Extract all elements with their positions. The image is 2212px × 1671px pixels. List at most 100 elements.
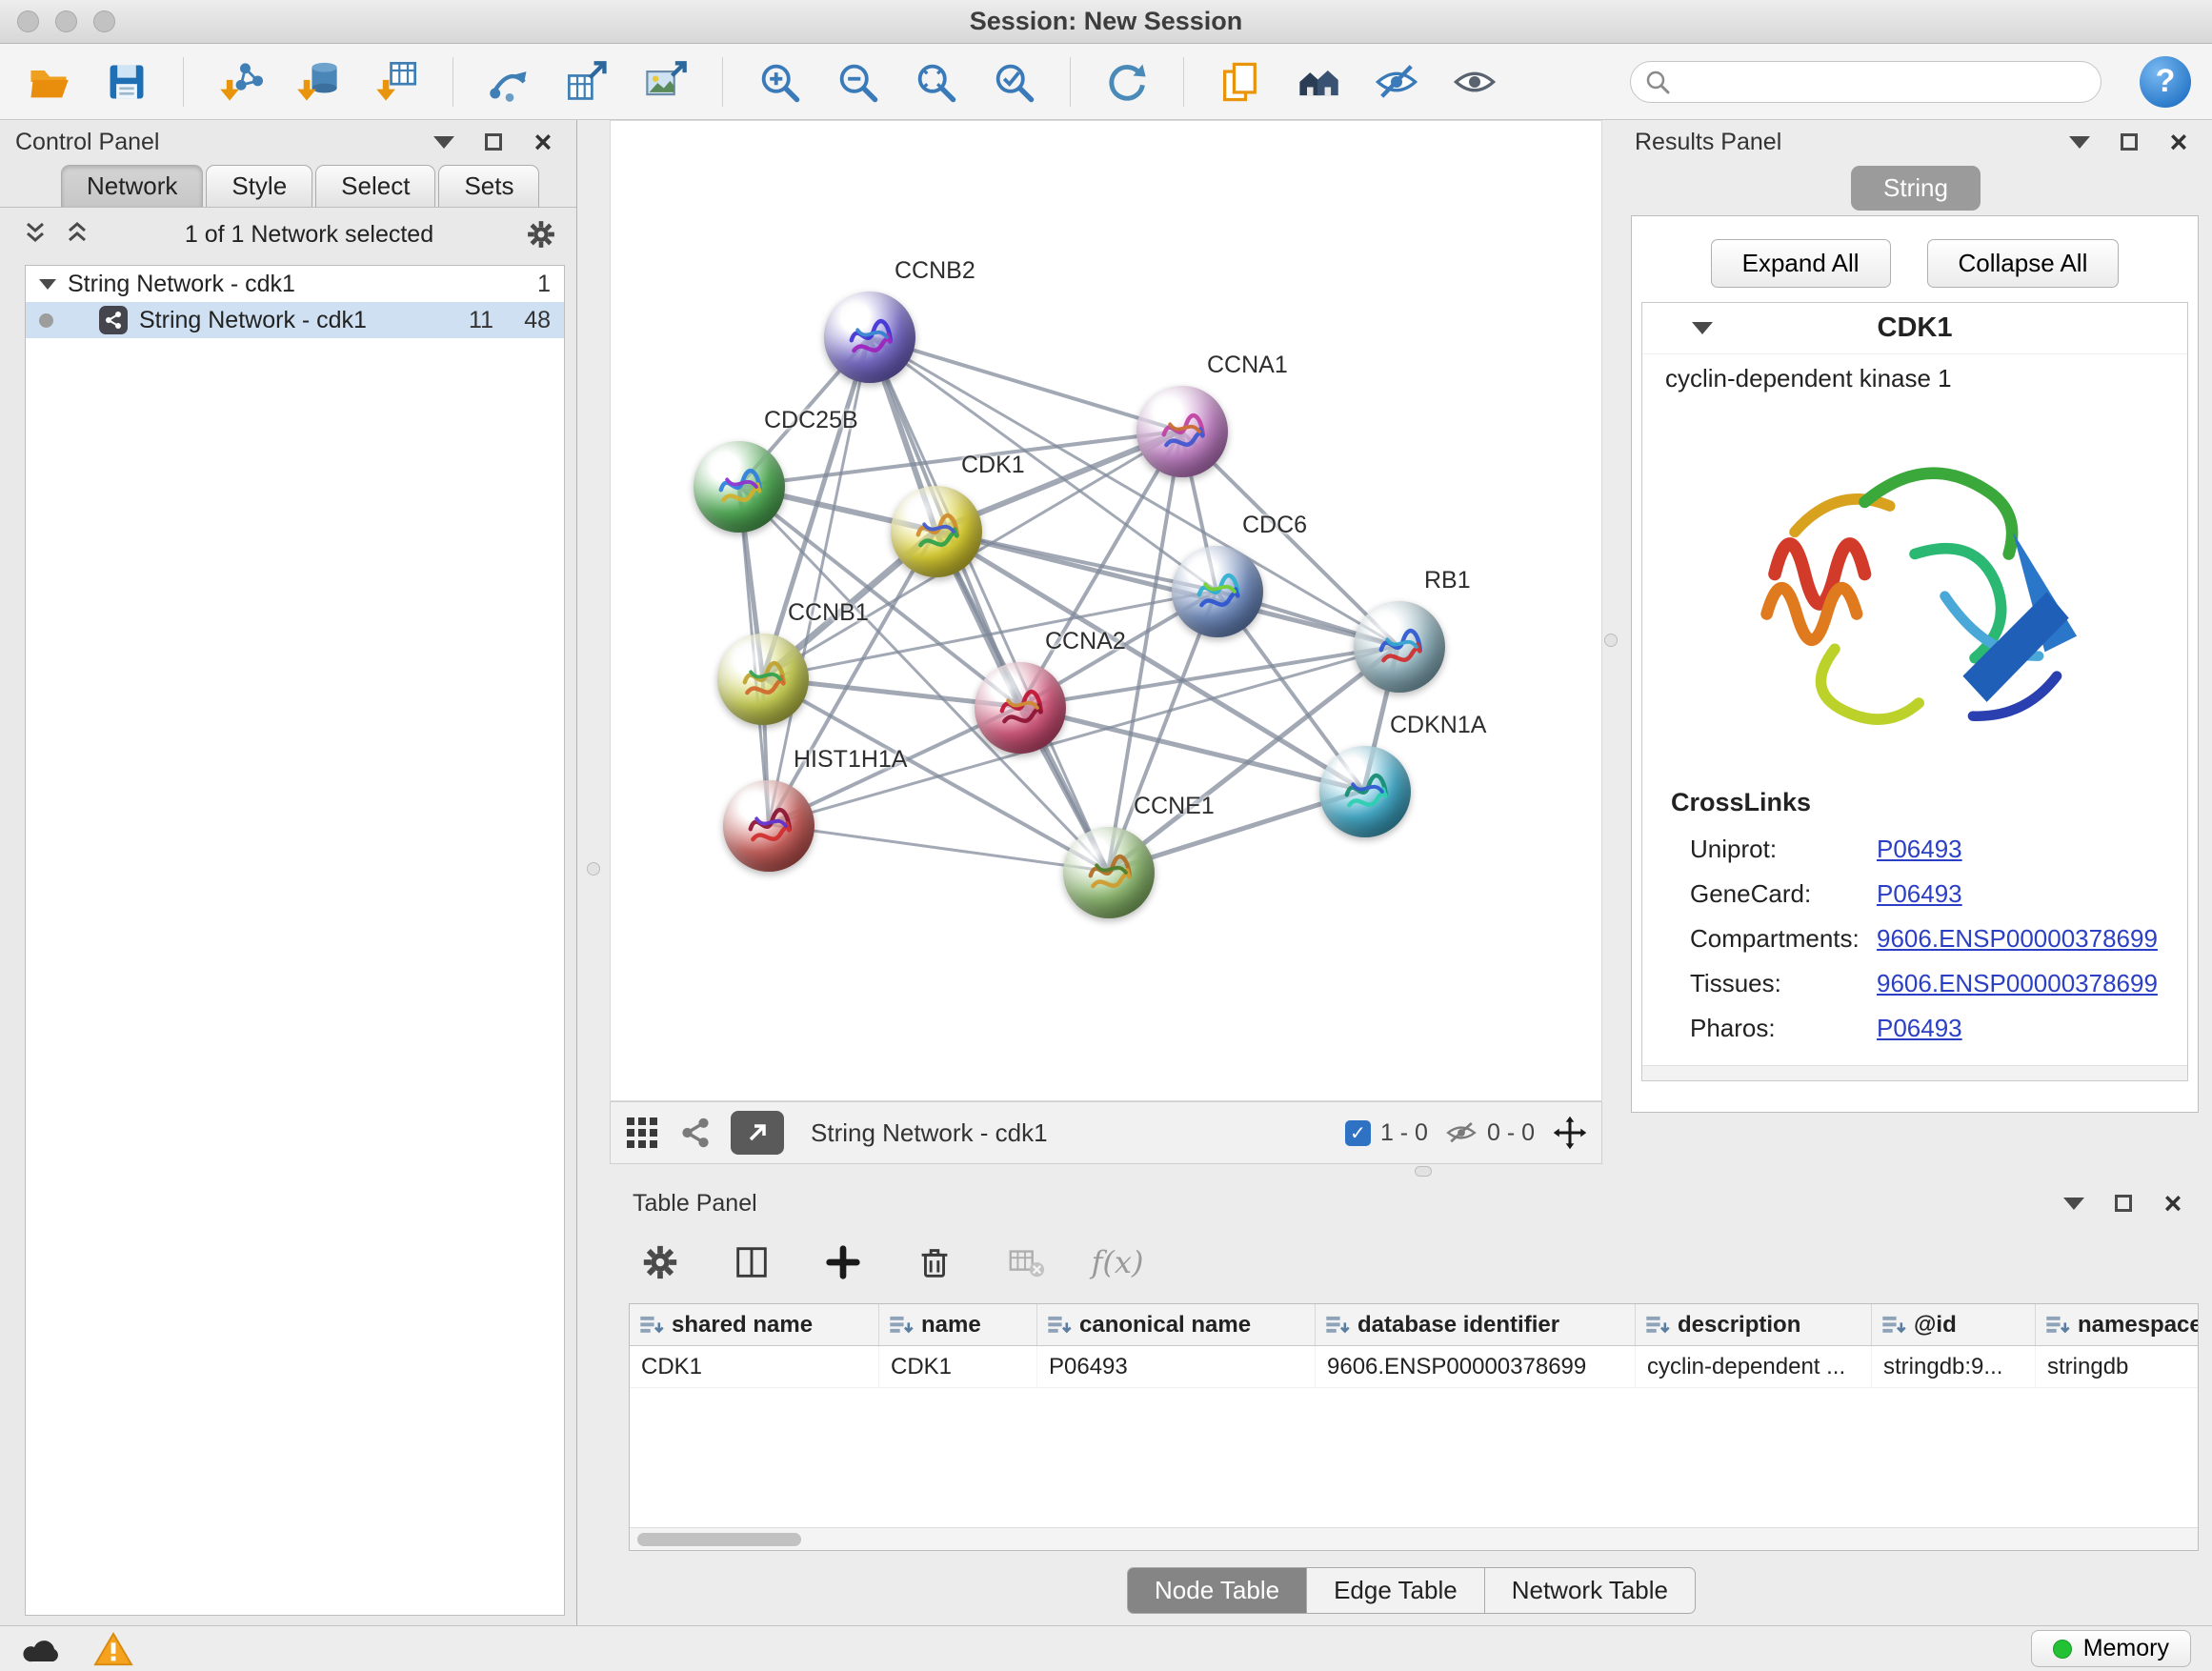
network-row-selected[interactable]: String Network - cdk1 11 48 bbox=[26, 302, 564, 338]
node-RB1[interactable] bbox=[1354, 601, 1445, 693]
column-header-name[interactable]: name bbox=[879, 1304, 1037, 1345]
panel-close-button[interactable]: × bbox=[525, 126, 561, 158]
table-horizontal-scrollbar[interactable] bbox=[630, 1527, 2198, 1550]
panel-menu-button[interactable] bbox=[426, 126, 462, 158]
export-network-button[interactable] bbox=[560, 54, 615, 110]
export-image-button[interactable] bbox=[638, 54, 694, 110]
warning-icon[interactable] bbox=[93, 1631, 133, 1667]
column-header-canonical-name[interactable]: canonical name bbox=[1037, 1304, 1316, 1345]
crosslink-link[interactable]: P06493 bbox=[1877, 879, 1962, 909]
pan-mode-button[interactable] bbox=[1552, 1117, 1588, 1149]
window-close-button[interactable] bbox=[17, 10, 39, 32]
apply-layout-button[interactable] bbox=[1099, 54, 1155, 110]
zoom-out-button[interactable] bbox=[830, 54, 885, 110]
column-header-shared-name[interactable]: shared name bbox=[630, 1304, 879, 1345]
import-network-from-file-button[interactable] bbox=[212, 54, 268, 110]
crosslink-link[interactable]: 9606.ENSP00000378699 bbox=[1877, 969, 2158, 998]
share-network-button[interactable] bbox=[677, 1117, 714, 1149]
network-collection-row[interactable]: String Network - cdk1 1 bbox=[26, 266, 564, 302]
node-CDK1[interactable] bbox=[891, 486, 982, 577]
network-view[interactable]: CCNB2CCNA1CDC25BCDK1CDC6RB1CCNB1CCNA2CDK… bbox=[610, 120, 1602, 1101]
zoom-selected-button[interactable] bbox=[986, 54, 1041, 110]
crosslink-link[interactable]: P06493 bbox=[1877, 835, 1962, 864]
checkbox-icon[interactable]: ✓ bbox=[1345, 1120, 1371, 1146]
results-scrollbar[interactable] bbox=[1642, 1065, 2187, 1080]
tab-network[interactable]: Network bbox=[61, 165, 203, 207]
tab-style[interactable]: Style bbox=[206, 165, 312, 207]
edge-CDK1-RB1[interactable] bbox=[935, 531, 1398, 646]
edge-HIST1H1A-CCNE1[interactable] bbox=[769, 825, 1108, 872]
node-CCNB1[interactable] bbox=[717, 634, 809, 725]
panel-close-button[interactable]: × bbox=[2161, 126, 2197, 158]
edge-CCNB2-CCNE1[interactable] bbox=[869, 337, 1108, 872]
disclosure-triangle-icon bbox=[1692, 322, 1713, 334]
copy-document-button[interactable] bbox=[1213, 54, 1268, 110]
zoom-in-button[interactable] bbox=[752, 54, 807, 110]
menu-arrow-icon bbox=[2069, 136, 2090, 149]
panel-float-button[interactable] bbox=[2105, 1187, 2142, 1219]
save-session-button[interactable] bbox=[99, 54, 154, 110]
column-header-database-identifier[interactable]: database identifier bbox=[1316, 1304, 1636, 1345]
node-CCNA2[interactable] bbox=[975, 662, 1066, 754]
table-row[interactable]: CDK1CDK1P064939606.ENSP00000378699cyclin… bbox=[630, 1346, 2198, 1388]
open-in-browser-button[interactable] bbox=[731, 1111, 784, 1155]
column-header-description[interactable]: description bbox=[1636, 1304, 1872, 1345]
window-zoom-button[interactable] bbox=[93, 10, 115, 32]
crosslink-link[interactable]: P06493 bbox=[1877, 1014, 1962, 1043]
panel-float-button[interactable] bbox=[475, 126, 512, 158]
protein-structure-icon bbox=[1187, 561, 1248, 622]
new-network-button[interactable] bbox=[482, 54, 537, 110]
tab-edge-table[interactable]: Edge Table bbox=[1306, 1567, 1485, 1614]
column-header-namespace[interactable]: namespace bbox=[2036, 1304, 2199, 1345]
window-minimize-button[interactable] bbox=[55, 10, 77, 32]
tab-node-table[interactable]: Node Table bbox=[1127, 1567, 1307, 1614]
node-CCNA1[interactable] bbox=[1136, 386, 1228, 477]
memory-button[interactable]: Memory bbox=[2031, 1630, 2191, 1667]
collapse-all-button[interactable]: Collapse All bbox=[1927, 239, 2120, 288]
show-columns-button[interactable] bbox=[724, 1235, 779, 1290]
node-section-header[interactable]: CDK1 bbox=[1642, 303, 2187, 354]
node-CCNB2[interactable] bbox=[824, 292, 915, 383]
panel-close-button[interactable]: × bbox=[2155, 1187, 2191, 1219]
help-button[interactable]: ? bbox=[2140, 56, 2191, 108]
edge-CCNB2-CCNA1[interactable] bbox=[869, 337, 1180, 432]
collapse-all-networks-button[interactable] bbox=[17, 218, 53, 251]
results-panel-header: Results Panel × bbox=[1619, 120, 2212, 164]
import-network-from-database-button[interactable] bbox=[291, 54, 346, 110]
node-CDC6[interactable] bbox=[1172, 546, 1263, 637]
panel-menu-button[interactable] bbox=[2056, 1187, 2092, 1219]
hide-unhide-button[interactable] bbox=[1369, 54, 1424, 110]
node-CDC25B[interactable] bbox=[694, 441, 785, 533]
zoom-fit-button[interactable] bbox=[908, 54, 963, 110]
panel-float-button[interactable] bbox=[2111, 126, 2147, 158]
expand-all-networks-button[interactable] bbox=[59, 218, 95, 251]
create-column-button[interactable] bbox=[815, 1235, 871, 1290]
show-all-button[interactable] bbox=[1447, 54, 1502, 110]
expand-all-button[interactable]: Expand All bbox=[1711, 239, 1891, 288]
node-CCNE1[interactable] bbox=[1063, 827, 1155, 918]
left-splitter-handle[interactable] bbox=[587, 862, 600, 876]
table-options-button[interactable] bbox=[633, 1235, 688, 1290]
function-builder-button[interactable]: f(x) bbox=[1090, 1235, 1145, 1290]
column-header--id[interactable]: @id bbox=[1872, 1304, 2036, 1345]
tab-select[interactable]: Select bbox=[315, 165, 435, 207]
import-table-from-file-button[interactable] bbox=[369, 54, 424, 110]
tab-network-table[interactable]: Network Table bbox=[1484, 1567, 1696, 1614]
node-HIST1H1A[interactable] bbox=[723, 780, 814, 872]
session-home-button[interactable] bbox=[1291, 54, 1346, 110]
right-splitter-handle[interactable] bbox=[1604, 634, 1618, 647]
open-session-button[interactable] bbox=[21, 54, 76, 110]
birds-eye-view-button[interactable] bbox=[624, 1117, 660, 1149]
cloud-icon[interactable] bbox=[21, 1633, 65, 1665]
network-options-button[interactable] bbox=[523, 218, 559, 251]
horizontal-splitter-handle[interactable] bbox=[1415, 1166, 1432, 1177]
crosslink-link[interactable]: 9606.ENSP00000378699 bbox=[1877, 924, 2158, 954]
delete-table-button[interactable] bbox=[998, 1235, 1054, 1290]
scrollbar-thumb[interactable] bbox=[637, 1533, 801, 1546]
tab-string[interactable]: String bbox=[1851, 166, 1981, 211]
delete-column-button[interactable] bbox=[907, 1235, 962, 1290]
node-CDKN1A[interactable] bbox=[1319, 746, 1411, 837]
tab-sets[interactable]: Sets bbox=[438, 165, 539, 207]
search-input[interactable] bbox=[1680, 69, 2087, 95]
panel-menu-button[interactable] bbox=[2061, 126, 2098, 158]
